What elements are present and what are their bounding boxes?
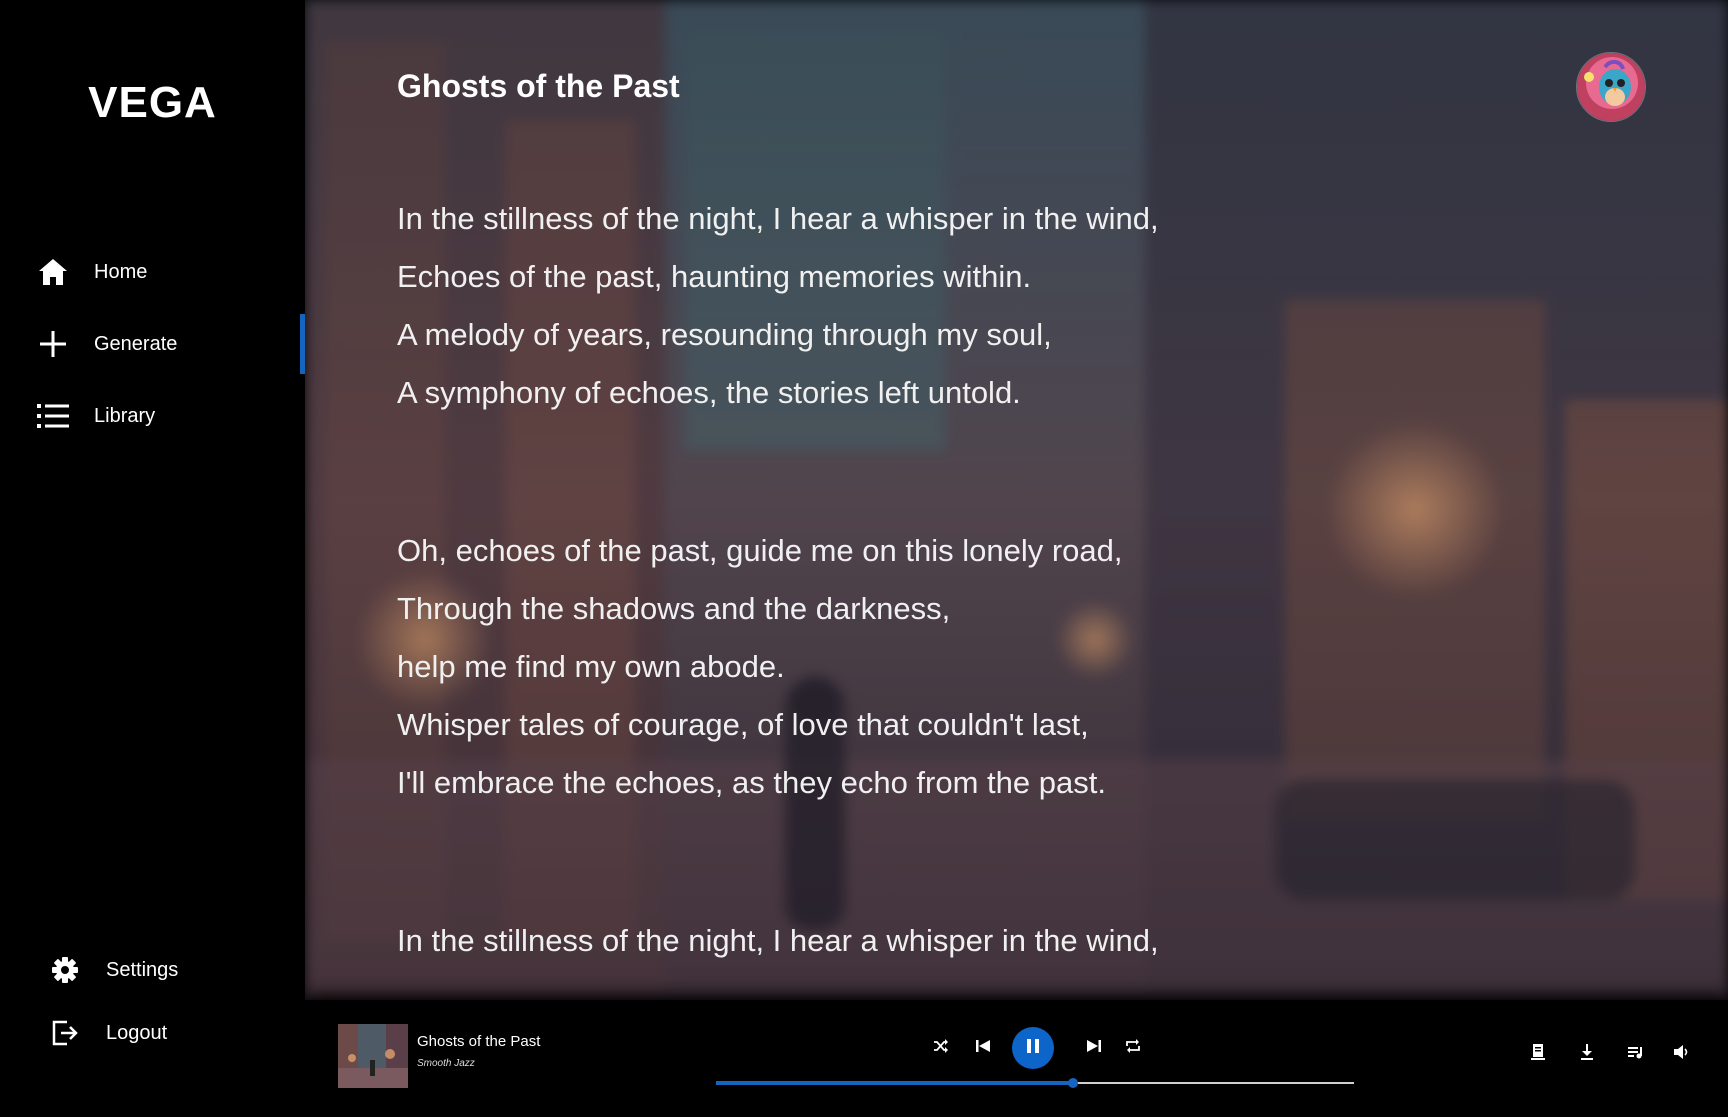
lyrics: In the stillness of the night, I hear a … xyxy=(397,190,1497,1000)
sidebar-item-library[interactable]: Library xyxy=(0,386,305,446)
pause-icon xyxy=(1026,1038,1040,1059)
sidebar-item-label: Logout xyxy=(106,1021,168,1044)
lyric-line: In the stillness of the night, I hear a … xyxy=(397,923,1159,958)
progress-fill xyxy=(716,1081,1074,1085)
lyric-line: Oh, echoes of the past, guide me on this… xyxy=(397,533,1123,568)
queue-icon xyxy=(1628,1045,1644,1064)
queue-button[interactable] xyxy=(1624,1042,1648,1066)
lyrics-button[interactable] xyxy=(1527,1042,1551,1066)
previous-button[interactable] xyxy=(970,1035,996,1061)
sidebar-item-logout[interactable]: Logout xyxy=(0,1003,305,1063)
home-icon xyxy=(36,255,70,289)
track-thumbnail[interactable] xyxy=(338,1024,408,1088)
lyric-line: In the stillness of the night, I hear a … xyxy=(397,201,1159,236)
logout-icon xyxy=(48,1016,82,1050)
next-button[interactable] xyxy=(1081,1035,1107,1061)
song-title: Ghosts of the Past xyxy=(397,68,680,104)
sidebar-item-label: Library xyxy=(94,404,156,427)
lyric-line: A melody of years, resounding through my… xyxy=(397,317,1052,352)
lyrics-stanza: In the stillness of the night, I hear a … xyxy=(397,912,1497,970)
volume-icon xyxy=(1674,1044,1690,1064)
lyrics-stanza: Oh, echoes of the past, guide me on this… xyxy=(397,522,1497,812)
lyric-line: help me find my own abode. xyxy=(397,649,785,684)
track-genre: Smooth Jazz xyxy=(417,1058,475,1069)
sidebar-item-settings[interactable]: Settings xyxy=(0,940,305,1000)
sidebar-item-home[interactable]: Home xyxy=(0,242,305,302)
shuffle-icon xyxy=(933,1038,949,1058)
volume-button[interactable] xyxy=(1670,1042,1694,1066)
sidebar-item-label: Settings xyxy=(106,958,179,981)
sidebar-item-generate[interactable]: Generate xyxy=(0,314,305,374)
progress-bar[interactable] xyxy=(716,1078,1354,1088)
download-button[interactable] xyxy=(1575,1042,1599,1066)
lyrics-icon xyxy=(1531,1043,1547,1066)
player-bar: Ghosts of the Past Smooth Jazz xyxy=(305,1000,1728,1117)
gear-icon xyxy=(48,953,82,987)
lyric-line: Echoes of the past, haunting memories wi… xyxy=(397,259,1032,294)
list-icon xyxy=(36,399,70,433)
lyrics-panel: Ghosts of the Past In the stillness of t… xyxy=(305,0,1728,1000)
download-icon xyxy=(1580,1043,1594,1065)
track-title: Ghosts of the Past xyxy=(417,1033,541,1050)
lyric-line: Whisper tales of courage, of love that c… xyxy=(397,707,1089,742)
brand-logo: VEGA xyxy=(88,78,217,127)
lyric-line: I'll embrace the echoes, as they echo fr… xyxy=(397,765,1106,800)
plus-icon xyxy=(36,327,70,361)
lyrics-stanza: In the stillness of the night, I hear a … xyxy=(397,190,1497,422)
repeat-button[interactable] xyxy=(1120,1035,1146,1061)
sidebar-item-label: Home xyxy=(94,260,148,283)
sidebar: VEGA Home Generate Library Settings Logo… xyxy=(0,0,305,1046)
lyric-line: Through the shadows and the darkness, xyxy=(397,591,951,626)
next-icon xyxy=(1087,1039,1101,1057)
pause-button[interactable] xyxy=(1012,1027,1054,1069)
sidebar-item-label: Generate xyxy=(94,332,178,355)
previous-icon xyxy=(976,1039,990,1057)
lyric-line: A symphony of echoes, the stories left u… xyxy=(397,375,1021,410)
progress-handle[interactable] xyxy=(1068,1078,1079,1088)
avatar[interactable] xyxy=(1576,52,1646,122)
repeat-icon xyxy=(1125,1038,1141,1058)
shuffle-button[interactable] xyxy=(928,1035,954,1061)
